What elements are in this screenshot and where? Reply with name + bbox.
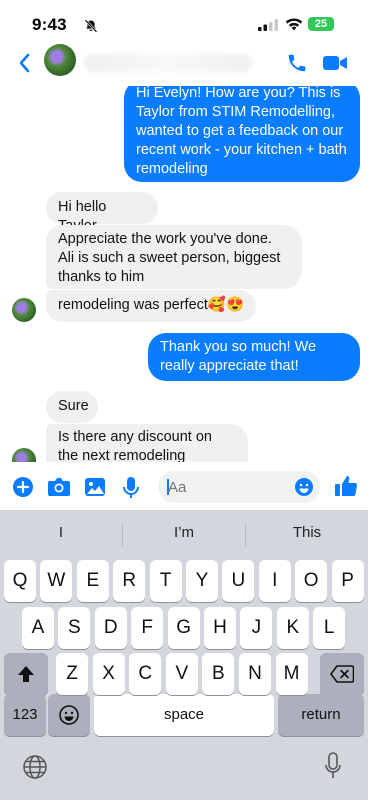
space-key[interactable]: space bbox=[94, 694, 274, 736]
globe-icon[interactable] bbox=[22, 754, 48, 780]
key-n[interactable]: N bbox=[239, 653, 271, 695]
backspace-key[interactable] bbox=[320, 653, 364, 695]
keyboard-emoji-icon bbox=[59, 705, 79, 725]
key-l[interactable]: L bbox=[313, 607, 346, 649]
message-incoming[interactable]: Hi hello Taylor bbox=[46, 192, 158, 234]
key-g[interactable]: G bbox=[167, 607, 200, 649]
key-k[interactable]: K bbox=[276, 607, 309, 649]
key-y[interactable]: Y bbox=[186, 560, 218, 602]
message-incoming[interactable]: Is there any discount on the next remode… bbox=[46, 424, 248, 462]
sender-avatar[interactable] bbox=[12, 298, 36, 322]
message-outgoing[interactable]: Hi Evelyn! How are you? This is Taylor f… bbox=[124, 86, 360, 182]
key-m[interactable]: M bbox=[275, 653, 308, 695]
microphone-icon[interactable] bbox=[121, 476, 141, 500]
shift-key[interactable] bbox=[4, 653, 48, 695]
camera-icon[interactable] bbox=[47, 476, 71, 498]
key-z[interactable]: Z bbox=[56, 653, 88, 695]
back-chevron-icon[interactable] bbox=[16, 52, 34, 74]
key-s[interactable]: S bbox=[58, 607, 91, 649]
dictation-icon[interactable] bbox=[324, 752, 342, 780]
key-t[interactable]: T bbox=[149, 560, 182, 602]
key-i[interactable]: I bbox=[258, 560, 291, 602]
thumbs-up-icon[interactable] bbox=[334, 474, 358, 498]
key-h[interactable]: H bbox=[204, 607, 236, 649]
contact-name[interactable] bbox=[84, 54, 252, 72]
key-c[interactable]: C bbox=[129, 653, 162, 695]
backspace-icon bbox=[330, 665, 355, 683]
composer-bar bbox=[0, 466, 368, 510]
emoji-icon[interactable] bbox=[294, 477, 314, 497]
key-e[interactable]: E bbox=[76, 560, 109, 602]
message-input[interactable] bbox=[168, 471, 288, 503]
key-u[interactable]: U bbox=[222, 560, 255, 602]
chat-header bbox=[0, 44, 368, 86]
key-x[interactable]: X bbox=[92, 653, 125, 695]
emoji-keyboard-key[interactable] bbox=[48, 694, 90, 736]
key-j[interactable]: J bbox=[240, 607, 273, 649]
cellular-icon bbox=[258, 19, 278, 31]
shift-icon bbox=[18, 666, 34, 682]
phone-icon[interactable] bbox=[286, 52, 308, 74]
message-incoming[interactable]: Appreciate the work you've done. Ali is … bbox=[46, 225, 302, 289]
bell-slash-icon bbox=[84, 19, 98, 33]
key-p[interactable]: P bbox=[331, 560, 364, 602]
key-d[interactable]: D bbox=[94, 607, 127, 649]
video-icon[interactable] bbox=[322, 53, 348, 73]
key-q[interactable]: Q bbox=[4, 560, 36, 602]
message-outgoing[interactable]: Thank you so much! We really appreciate … bbox=[148, 333, 360, 381]
plus-icon[interactable] bbox=[12, 476, 34, 498]
key-w[interactable]: W bbox=[40, 560, 73, 602]
key-b[interactable]: B bbox=[202, 653, 235, 695]
key-f[interactable]: F bbox=[131, 607, 164, 649]
suggestion-divider bbox=[122, 524, 123, 546]
suggestion-3[interactable]: This bbox=[274, 524, 340, 541]
wifi-icon bbox=[285, 18, 303, 31]
gallery-icon[interactable] bbox=[84, 476, 106, 498]
contact-avatar[interactable] bbox=[44, 44, 76, 76]
numbers-key[interactable]: 123 bbox=[4, 694, 46, 736]
status-time: 9:43 bbox=[32, 15, 67, 34]
status-bar: 9:43 25 bbox=[0, 0, 368, 44]
battery-indicator: 25 bbox=[308, 17, 334, 31]
key-o[interactable]: O bbox=[295, 560, 328, 602]
suggestion-2[interactable]: I’m bbox=[150, 524, 218, 541]
key-a[interactable]: A bbox=[22, 607, 54, 649]
suggestion-1[interactable]: I bbox=[40, 524, 82, 541]
message-incoming[interactable]: Sure bbox=[46, 391, 98, 423]
key-v[interactable]: V bbox=[165, 653, 198, 695]
keyboard: I I’m This 123 space return QWERTYUIOPA bbox=[0, 510, 368, 800]
return-key[interactable]: return bbox=[278, 694, 364, 736]
suggestion-divider bbox=[245, 524, 246, 546]
sender-avatar[interactable] bbox=[12, 448, 36, 462]
key-r[interactable]: R bbox=[113, 560, 146, 602]
message-incoming[interactable]: remodeling was perfect🥰😍 bbox=[46, 290, 256, 322]
message-thread: Hi Evelyn! How are you? This is Taylor f… bbox=[0, 86, 368, 462]
message-field[interactable] bbox=[158, 471, 320, 503]
